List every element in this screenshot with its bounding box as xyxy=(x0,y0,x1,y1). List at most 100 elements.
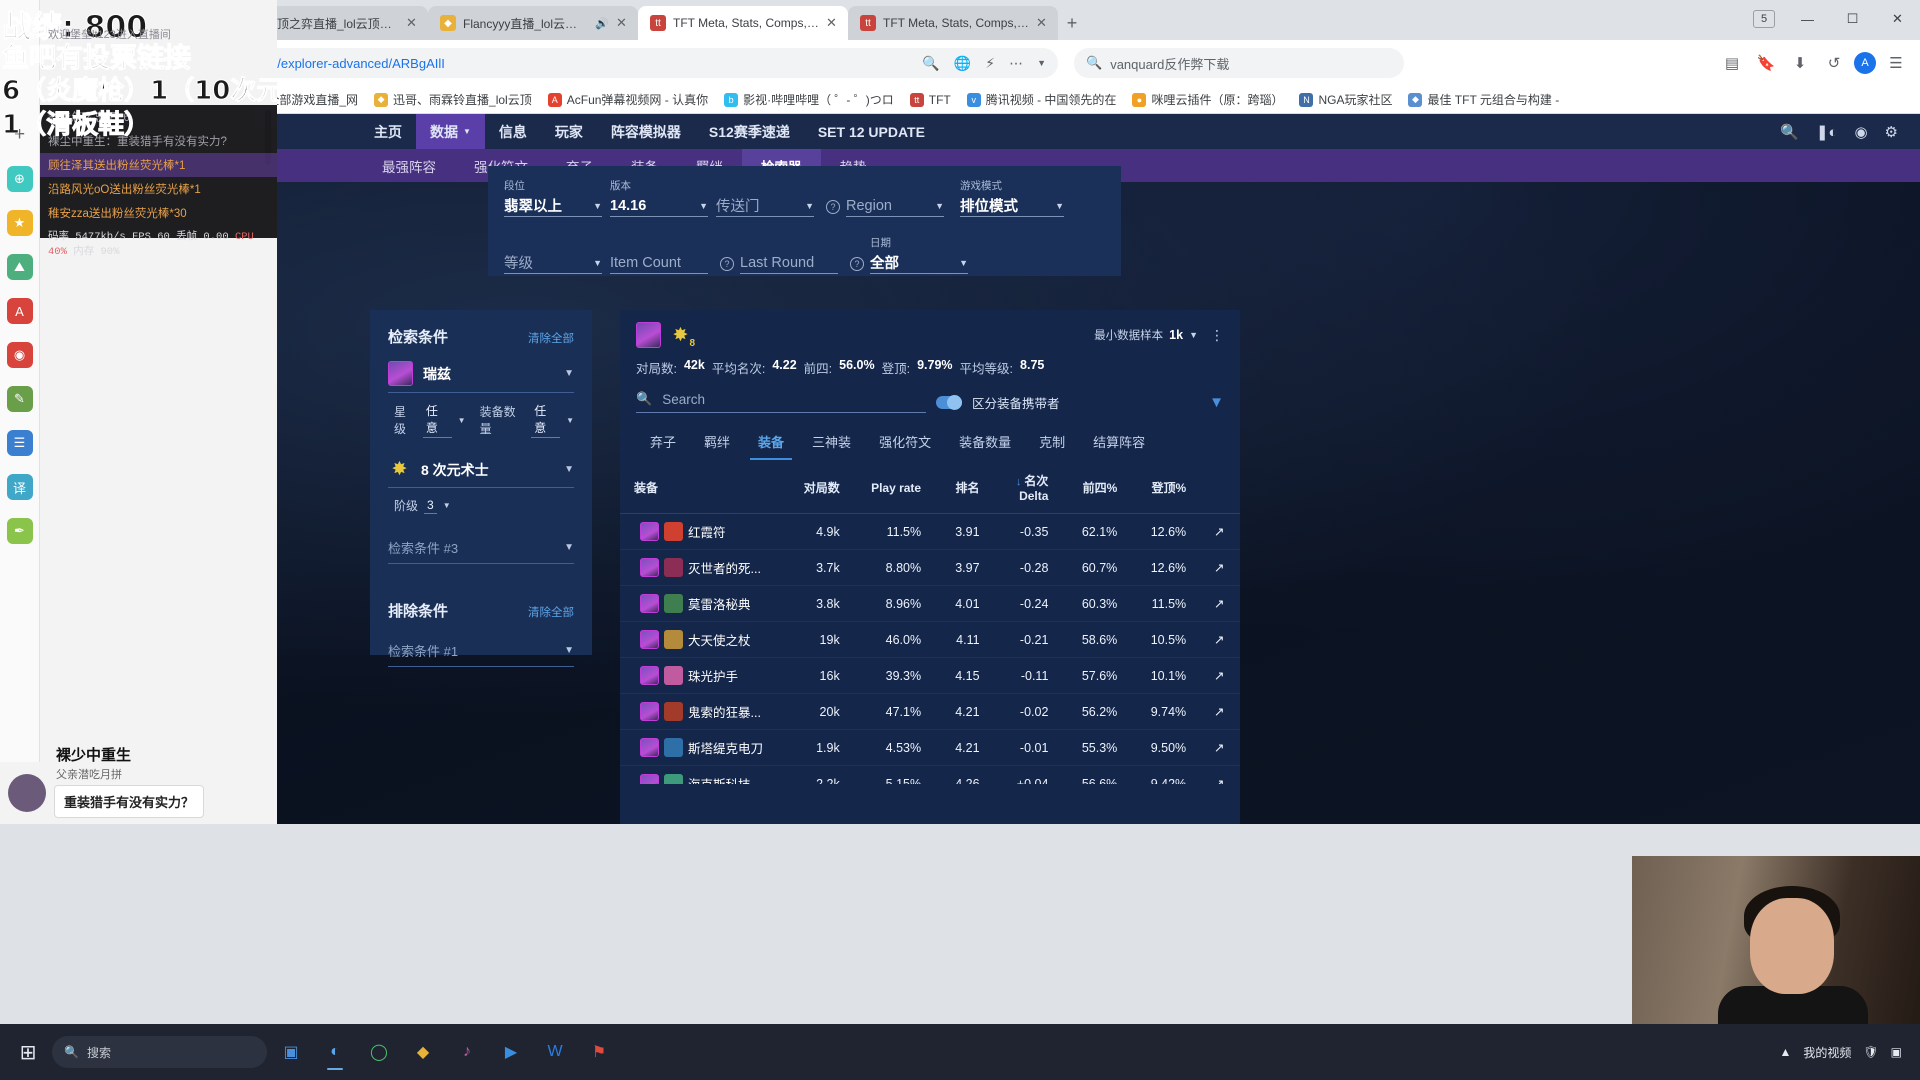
tray-expand-icon[interactable]: ▲ xyxy=(1780,1045,1792,1059)
tab-close-icon[interactable]: ✕ xyxy=(616,15,628,31)
tab-items[interactable]: 装备 xyxy=(744,425,798,460)
new-tab-button[interactable]: + xyxy=(1058,9,1086,37)
search-icon[interactable]: 🔍 xyxy=(922,55,939,72)
min-sample-control[interactable]: 最小数据样本 1k ▼ ⋮ xyxy=(1094,327,1224,344)
tab-close-icon[interactable]: ✕ xyxy=(1036,15,1048,31)
chevron-down-icon[interactable]: ▼ xyxy=(791,201,814,211)
taskbar-app-music[interactable]: ♪ xyxy=(447,1032,487,1072)
criteria-entity[interactable]: ✸ 8 次元术士 ▼ xyxy=(388,458,574,488)
chevron-down-icon[interactable]: ▼ xyxy=(458,416,466,425)
chevron-down-icon[interactable]: ▼ xyxy=(945,258,968,268)
taskbar-app-wechat[interactable]: W xyxy=(535,1032,575,1072)
history-icon[interactable]: ↺ xyxy=(1820,49,1848,77)
plugin-icon[interactable]: ⊕ xyxy=(6,166,33,192)
record-icon[interactable]: ◉ xyxy=(6,342,33,368)
tab-augments[interactable]: 强化符文 xyxy=(865,425,945,460)
window-maximize-button[interactable]: ☐ xyxy=(1830,11,1875,27)
patreon-icon[interactable]: ❚◐ xyxy=(1816,123,1838,141)
bookmark-item[interactable]: N NGA玩家社区 xyxy=(1293,88,1398,111)
filter-queue[interactable]: 游戏模式 排位模式 ▼ xyxy=(960,178,1064,217)
criteria-empty-slot[interactable]: 检索条件 #1 ▼ xyxy=(388,641,574,667)
criteria-entity[interactable]: 瑞兹 ▼ xyxy=(388,361,574,393)
sidepanel-icon[interactable]: ▤ xyxy=(1718,49,1746,77)
criteria-empty-slot[interactable]: 检索条件 #3 ▼ xyxy=(388,538,574,564)
tray-shield-icon[interactable]: 🛡 xyxy=(1863,1045,1878,1059)
acfun-icon[interactable]: A xyxy=(6,298,33,324)
nav-item-info[interactable]: 信息 xyxy=(485,114,541,149)
favorites-icon[interactable]: ★ xyxy=(6,210,33,236)
chevron-down-icon[interactable]: ▼ xyxy=(579,201,602,211)
avatar[interactable]: A xyxy=(1854,52,1876,74)
expand-row-icon[interactable]: ↗ xyxy=(1198,513,1240,550)
tray-display-icon[interactable]: ▣ xyxy=(1891,1045,1902,1059)
tray-my-video-label[interactable]: 我的视频 xyxy=(1803,1044,1851,1061)
nav-item-players[interactable]: 玩家 xyxy=(541,114,597,149)
bookmark-item[interactable]: ◆ 迅哥、雨霖铃直播_lol云顶 xyxy=(368,88,538,111)
table-row[interactable]: 海克斯科技... 2.2k 5.15% 4.26 +0.04 56.6% 9.4… xyxy=(620,765,1240,784)
help-icon[interactable]: ? xyxy=(720,257,734,271)
tab-item-count[interactable]: 装备数量 xyxy=(945,425,1025,460)
filter-funnel-icon[interactable]: ▼ xyxy=(1209,394,1224,411)
taskbar-app-game[interactable]: ⚑ xyxy=(579,1032,619,1072)
lightning-icon[interactable]: ⚡ xyxy=(985,55,995,72)
downloads-icon[interactable]: ⬇ xyxy=(1786,49,1814,77)
exclude-clear-all-button[interactable]: 清除全部 xyxy=(528,604,574,620)
window-minimize-button[interactable]: — xyxy=(1785,12,1830,27)
taskbar-app-taskview[interactable]: ▣ xyxy=(271,1032,311,1072)
item-count-value[interactable]: 任意 xyxy=(531,402,561,438)
chevron-down-icon[interactable]: ▼ xyxy=(579,258,602,268)
expand-row-icon[interactable]: ↗ xyxy=(1198,693,1240,730)
expand-row-icon[interactable]: ↗ xyxy=(1198,657,1240,694)
expand-row-icon[interactable]: ↗ xyxy=(1198,729,1240,766)
chevron-down-icon[interactable]: ▼ xyxy=(564,464,574,475)
webcam-feed[interactable] xyxy=(1632,856,1920,1024)
nav-item-home[interactable]: 主页 xyxy=(360,114,416,149)
tab-traits[interactable]: 羁绊 xyxy=(690,425,744,460)
table-row[interactable]: 斯塔缇克电刀 1.9k 4.53% 4.21 -0.01 55.3% 9.50%… xyxy=(620,729,1240,766)
table-row[interactable]: 灭世者的死... 3.7k 8.80% 3.97 -0.28 60.7% 12.… xyxy=(620,549,1240,586)
gear-icon[interactable]: ⚙ xyxy=(1885,123,1898,141)
more-options-icon[interactable]: ⋮ xyxy=(1210,327,1224,344)
distinguish-holder-toggle[interactable] xyxy=(936,394,962,410)
filter-date[interactable]: 日期 全部 ▼ xyxy=(870,235,968,274)
browser-menu-icon[interactable]: ☰ xyxy=(1882,49,1910,77)
search-input[interactable]: 🔍 vanquard反作弊下载 xyxy=(1074,48,1404,78)
discord-icon[interactable]: ◉ xyxy=(1854,123,1867,141)
filter-last-round[interactable]: Last Round xyxy=(740,238,838,274)
chevron-down-icon[interactable]: ▼ xyxy=(1037,58,1046,68)
window-close-button[interactable]: ✕ xyxy=(1875,11,1920,27)
translate-icon[interactable]: 🌐 xyxy=(954,55,971,72)
translate-icon[interactable]: 译 xyxy=(6,474,33,500)
bookmark-item[interactable]: A AcFun弹幕视频网 - 认真你 xyxy=(542,88,714,111)
bookmark-item[interactable]: ● 咪哩云插件（原：跨瑙） xyxy=(1126,88,1289,111)
help-icon[interactable]: ? xyxy=(850,257,864,271)
bookmark-icon[interactable]: 🔖 xyxy=(1752,49,1780,77)
expand-row-icon[interactable]: ↗ xyxy=(1198,549,1240,586)
col-play-rate[interactable]: Play rate xyxy=(851,462,934,514)
browser-tab-active[interactable]: tt TFT Meta, Stats, Comps, Ma ✕ xyxy=(638,6,848,40)
taskbar-app-stream[interactable]: ◆ xyxy=(403,1032,443,1072)
include-clear-all-button[interactable]: 清除全部 xyxy=(528,330,574,346)
filter-portal[interactable]: 传送门 ▼ xyxy=(716,181,814,217)
tab-final-comps[interactable]: 结算阵容 xyxy=(1079,425,1159,460)
results-table-wrapper[interactable]: 装备 对局数 Play rate 排名 ↓ 名次 Delta 前四% 登顶% 红… xyxy=(620,462,1240,784)
col-top4[interactable]: 前四% xyxy=(1060,462,1130,514)
filter-level[interactable]: 等级 ▼ xyxy=(504,238,602,274)
browser-tab[interactable]: tt TFT Meta, Stats, Comps, Ma ✕ xyxy=(848,6,1058,40)
tab-counters[interactable]: 克制 xyxy=(1025,425,1079,460)
filter-region[interactable]: Region ▼ xyxy=(846,181,944,217)
taskbar-app-obs[interactable]: ◯ xyxy=(359,1032,399,1072)
chevron-down-icon[interactable]: ▼ xyxy=(443,501,451,510)
start-button[interactable]: ⊞ xyxy=(8,1032,48,1072)
taskbar-search-input[interactable]: 🔍 搜索 xyxy=(52,1036,267,1068)
nav-item-set12-update[interactable]: SET 12 UPDATE xyxy=(804,114,939,149)
col-rank-delta[interactable]: ↓ 名次 Delta xyxy=(991,462,1061,514)
col-top1[interactable]: 登顶% xyxy=(1129,462,1199,514)
filter-item-count[interactable]: Item Count xyxy=(610,238,708,274)
bookmark-item[interactable]: v 腾讯视频 - 中国领先的在 xyxy=(961,88,1123,111)
tab-close-icon[interactable]: ✕ xyxy=(826,15,838,31)
tab-audio-icon[interactable]: 🔊 xyxy=(595,17,609,30)
chevron-down-icon[interactable]: ▼ xyxy=(1189,330,1198,340)
gallery-icon[interactable]: ⛰ xyxy=(6,254,33,280)
search-icon[interactable]: 🔍 xyxy=(1780,123,1799,141)
